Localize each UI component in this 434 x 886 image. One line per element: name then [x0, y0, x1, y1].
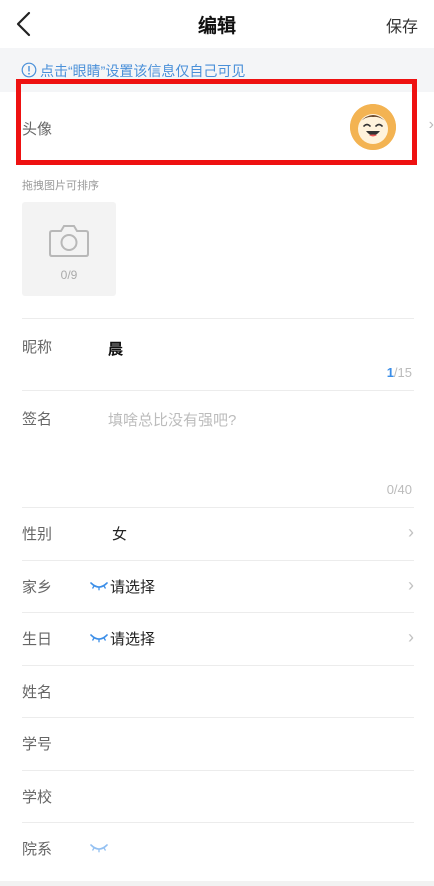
- department-label: 院系: [22, 841, 53, 858]
- chevron-right-icon: ›: [408, 522, 414, 542]
- avatar-face-icon: [350, 104, 396, 150]
- nickname-counter-current: 1: [386, 365, 394, 380]
- page-title: 编辑: [197, 16, 236, 37]
- birthday-value: 请选择: [110, 631, 156, 648]
- back-button[interactable]: [10, 8, 42, 40]
- save-button[interactable]: 保存: [386, 13, 418, 37]
- chevron-right-icon: ›: [408, 575, 414, 595]
- photo-count: 0/9: [60, 268, 78, 282]
- hometown-value: 请选择: [110, 579, 156, 596]
- eye-closed-icon[interactable]: [90, 843, 108, 853]
- visibility-notice: 点击“眼睛”设置该信息仅自己可见: [0, 48, 434, 92]
- notice-text: 点击“眼睛”设置该信息仅自己可见: [40, 63, 246, 79]
- top-bar: 编辑 保存: [0, 0, 434, 48]
- hometown-row[interactable]: 家乡 请选择 ›: [0, 561, 434, 613]
- avatar-label: 头像: [22, 121, 53, 138]
- signature-input[interactable]: 填啥总比没有强吧?: [108, 409, 236, 430]
- signature-label: 签名: [22, 411, 53, 428]
- eye-closed-icon[interactable]: [90, 633, 108, 643]
- student-id-row[interactable]: 学号: [0, 718, 434, 770]
- student-id-label: 学号: [22, 736, 53, 753]
- divider: [22, 390, 414, 391]
- camera-icon: [49, 225, 89, 257]
- name-label: 姓名: [22, 684, 53, 701]
- gender-label: 性别: [22, 526, 53, 543]
- nickname-label: 昵称: [22, 339, 53, 356]
- back-arrow-icon: [16, 11, 31, 37]
- eye-closed-icon[interactable]: [90, 581, 108, 591]
- avatar-row[interactable]: 头像 ›: [0, 94, 434, 160]
- department-row[interactable]: 院系: [0, 823, 434, 875]
- signature-counter: 0/40: [386, 482, 412, 497]
- drag-sort-hint: 拖拽图片可排序: [22, 180, 99, 192]
- bottom-edge: [0, 881, 434, 886]
- name-row[interactable]: 姓名: [0, 666, 434, 718]
- gender-value: 女: [112, 526, 128, 543]
- avatar[interactable]: [350, 104, 396, 150]
- nickname-input[interactable]: 晨: [108, 338, 123, 359]
- info-icon: [21, 62, 37, 78]
- divider: [22, 318, 414, 319]
- school-row[interactable]: 学校: [0, 771, 434, 823]
- avatar-chevron-icon: ›: [428, 116, 434, 133]
- gender-row[interactable]: 性别 女 ›: [0, 508, 434, 560]
- add-photo-button[interactable]: 0/9: [22, 202, 116, 296]
- nickname-counter-total: /15: [393, 365, 412, 380]
- birthday-label: 生日: [22, 631, 53, 648]
- chevron-right-icon: ›: [408, 627, 414, 647]
- birthday-row[interactable]: 生日 请选择 ›: [0, 613, 434, 665]
- school-label: 学校: [22, 789, 53, 806]
- hometown-label: 家乡: [22, 579, 53, 596]
- nickname-counter: 1/15: [387, 365, 412, 380]
